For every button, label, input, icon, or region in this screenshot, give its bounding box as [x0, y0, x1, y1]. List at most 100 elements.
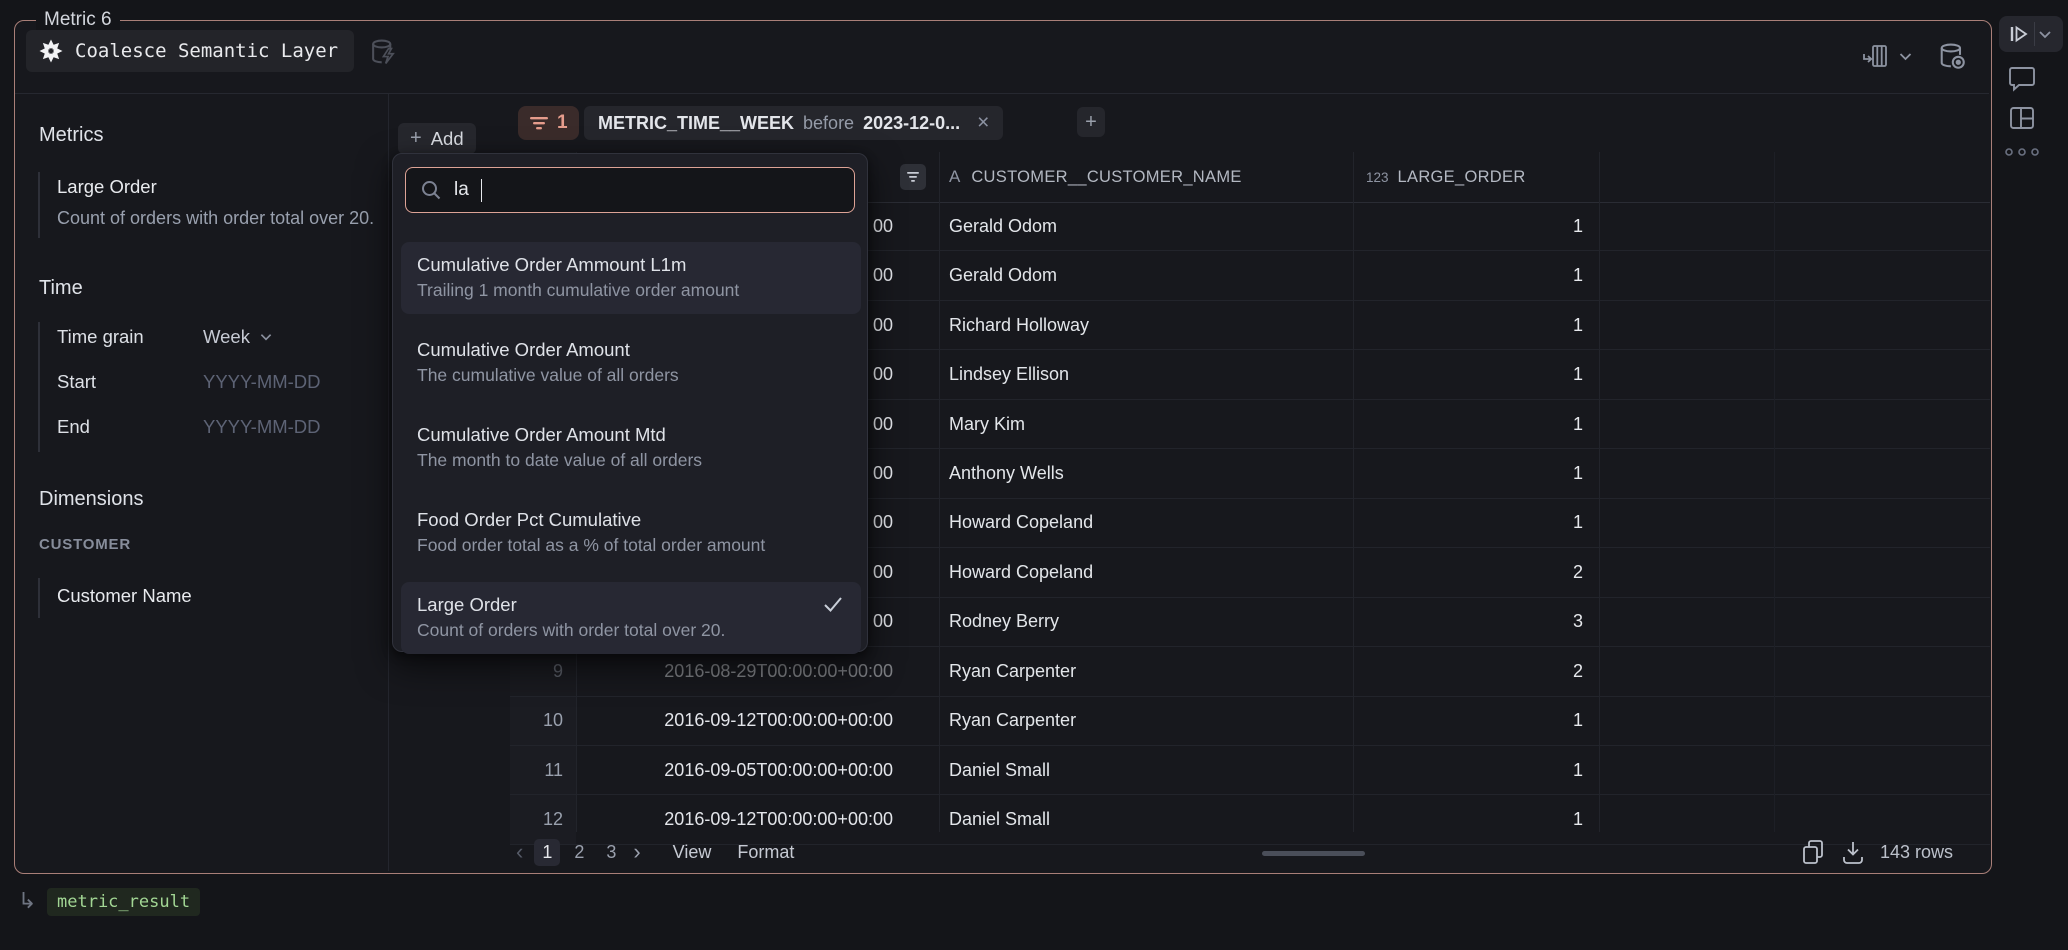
metric-option-description: The month to date value of all orders — [417, 447, 845, 474]
metric-search-input[interactable]: la — [405, 167, 855, 213]
search-query-text: la — [454, 179, 469, 201]
badge-label: Coalesce Semantic Layer — [75, 40, 338, 62]
customer-name-cell: Howard Copeland — [939, 562, 1353, 583]
large-order-cell: 1 — [1353, 463, 1599, 484]
metric-option-title: Large Order — [417, 592, 845, 617]
copy-table-icon[interactable] — [1800, 838, 1826, 866]
large-order-cell: 1 — [1353, 760, 1599, 781]
add-filter-button[interactable]: + — [1077, 107, 1105, 137]
metric-option[interactable]: Large OrderCount of orders with order to… — [401, 582, 861, 654]
dimensions-guide — [38, 578, 40, 618]
metric-option[interactable]: Cumulative Order Amount MtdThe month to … — [401, 412, 861, 484]
metric-option[interactable]: Food Order Pct CumulativeFood order tota… — [401, 497, 861, 569]
large-order-cell: 1 — [1353, 315, 1599, 336]
number-type-icon: 123 — [1366, 170, 1389, 185]
filter-operator: before — [803, 113, 854, 134]
date-cell: 2016-09-05T00:00:00+00:00 — [576, 760, 939, 781]
row-number-cell: 10 — [510, 697, 576, 745]
time-grain-select[interactable]: Week — [203, 326, 273, 348]
chevron-down-icon[interactable] — [1898, 50, 1913, 63]
customer-name-cell: Ryan Carpenter — [939, 710, 1353, 731]
download-icon[interactable] — [1840, 838, 1866, 866]
chevron-down-icon — [259, 331, 273, 343]
large-order-cell: 2 — [1353, 562, 1599, 583]
page-button[interactable]: 2 — [566, 839, 592, 866]
column-filter-icon[interactable] — [900, 164, 926, 190]
customer-name-cell: Daniel Small — [939, 760, 1353, 781]
remove-filter-icon[interactable]: × — [977, 111, 989, 135]
metric-search-dropdown: la Cumulative Order Ammount L1mTrailing … — [392, 153, 868, 652]
customer-name-cell: Anthony Wells — [939, 463, 1353, 484]
page-button[interactable]: 1 — [534, 839, 560, 866]
large-order-cell: 2 — [1353, 661, 1599, 682]
large-order-column-header[interactable]: 123 LARGE_ORDER — [1353, 152, 1599, 202]
run-icon — [2006, 22, 2030, 46]
next-page-icon[interactable]: › — [633, 839, 640, 865]
date-cell: 2016-09-12T00:00:00+00:00 — [576, 809, 939, 830]
customer-name-cell: Gerald Odom — [939, 216, 1353, 237]
insert-table-icon[interactable] — [1862, 42, 1890, 70]
filter-icon — [529, 115, 549, 131]
layout-icon[interactable] — [2006, 102, 2038, 134]
run-options-chevron-icon[interactable] — [2038, 28, 2052, 41]
large-order-cell: 1 — [1353, 265, 1599, 286]
customer-name-column-header[interactable]: A CUSTOMER__CUSTOMER_NAME — [939, 152, 1353, 202]
selected-check-icon — [821, 592, 845, 616]
add-metric-button[interactable]: + Add — [398, 123, 476, 154]
start-label: Start — [57, 371, 96, 393]
time-grain-value: Week — [203, 326, 250, 348]
filter-field: METRIC_TIME__WEEK — [598, 113, 794, 134]
view-button[interactable]: View — [673, 842, 712, 863]
hex-notebook-canvas: Metric 6 Coalesce Semantic Layer — [0, 0, 2068, 950]
preview-data-source-icon[interactable] — [1936, 40, 1968, 72]
table-row[interactable]: 112016-09-05T00:00:00+00:00Daniel Small1 — [510, 746, 1990, 795]
row-number-cell: 11 — [510, 746, 576, 794]
large-order-cell: 1 — [1353, 710, 1599, 731]
large-order-cell: 3 — [1353, 611, 1599, 632]
customer-name-cell: Richard Holloway — [939, 315, 1353, 336]
comment-icon[interactable] — [2006, 62, 2038, 94]
metric-option-title: Cumulative Order Amount — [417, 337, 845, 362]
metric-option[interactable]: Cumulative Order Ammount L1mTrailing 1 m… — [401, 242, 861, 314]
metric-item-description: Count of orders with order total over 20… — [57, 208, 388, 229]
search-icon — [420, 179, 442, 201]
warehouse-connection-icon[interactable] — [368, 36, 400, 68]
end-date-input[interactable]: YYYY-MM-DD — [203, 416, 321, 438]
dimension-item[interactable]: Customer Name — [57, 585, 192, 607]
metric-option-description: The cumulative value of all orders — [417, 362, 845, 389]
page-button[interactable]: 3 — [598, 839, 624, 866]
string-type-icon: A — [949, 167, 960, 187]
metric-option-title: Cumulative Order Ammount L1m — [417, 252, 845, 277]
large-order-cell: 1 — [1353, 512, 1599, 533]
metric-item[interactable]: Large Order — [57, 176, 157, 198]
metric-option-title: Cumulative Order Amount Mtd — [417, 422, 845, 447]
large-order-cell: 1 — [1353, 216, 1599, 237]
table-row[interactable]: 102016-09-12T00:00:00+00:00Ryan Carpente… — [510, 697, 1990, 746]
cell-title[interactable]: Metric 6 — [36, 9, 120, 31]
filter-chip[interactable]: METRIC_TIME__WEEK before 2023-12-0... × — [584, 106, 1003, 140]
customer-name-cell: Daniel Small — [939, 809, 1353, 830]
start-date-input[interactable]: YYYY-MM-DD — [203, 371, 321, 393]
header-divider — [15, 93, 1989, 94]
more-options-icon[interactable] — [2003, 146, 2041, 158]
filter-count-badge[interactable]: 1 — [518, 106, 579, 140]
customer-name-cell: Lindsey Ellison — [939, 364, 1353, 385]
prev-page-icon[interactable]: ‹ — [516, 839, 523, 865]
row-count-label: 143 rows — [1880, 842, 1953, 863]
result-variable-chip: metric_result — [47, 888, 200, 916]
metric-option[interactable]: Cumulative Order AmountThe cumulative va… — [401, 327, 861, 399]
column-divider — [939, 152, 940, 832]
text-cursor — [481, 179, 483, 202]
metric-option-description: Count of orders with order total over 20… — [417, 617, 845, 644]
time-grain-label: Time grain — [57, 326, 144, 348]
filter-count: 1 — [557, 112, 568, 134]
table-footer-bar: ‹ 123 › View Format — [510, 833, 1990, 871]
date-cell: 2016-09-12T00:00:00+00:00 — [576, 710, 939, 731]
horizontal-scrollbar-thumb[interactable] — [1262, 851, 1365, 856]
format-button[interactable]: Format — [737, 842, 794, 863]
run-cell-button[interactable] — [1999, 16, 2063, 52]
metric-option-description: Trailing 1 month cumulative order amount — [417, 277, 845, 304]
customer-name-cell: Mary Kim — [939, 414, 1353, 435]
coalesce-semantic-layer-badge[interactable]: Coalesce Semantic Layer — [26, 30, 354, 72]
add-label: Add — [431, 128, 464, 150]
